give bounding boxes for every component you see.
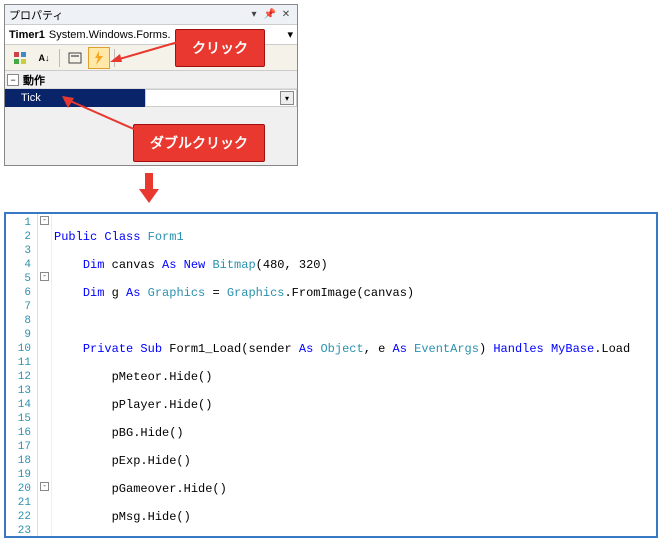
category-row[interactable]: − 動作 xyxy=(5,71,297,89)
code-content[interactable]: Public Class Form1 Dim canvas As New Bit… xyxy=(52,214,656,536)
category-label: 動作 xyxy=(23,72,45,88)
toolbar-separator xyxy=(59,49,60,67)
dropdown-icon[interactable]: ▾ xyxy=(247,8,261,22)
event-row-tick[interactable]: Tick ▾ xyxy=(5,89,297,107)
callout-click: クリック xyxy=(175,29,265,67)
callout-dblclick: ダブルクリック xyxy=(133,124,265,162)
code-editor[interactable]: 1234567891011121314151617181920212223 - … xyxy=(4,212,658,538)
chevron-down-icon[interactable]: ▾ xyxy=(280,91,294,105)
down-arrow-icon xyxy=(139,173,159,203)
event-value[interactable]: ▾ xyxy=(145,89,297,107)
properties-titlebar: プロパティ ▾ 📌 ✕ xyxy=(5,5,297,25)
fold-toggle[interactable]: - xyxy=(40,482,49,491)
events-button[interactable] xyxy=(88,47,110,69)
line-number-gutter: 1234567891011121314151617181920212223 xyxy=(6,214,38,536)
properties-button[interactable] xyxy=(64,47,86,69)
fold-column: - - - xyxy=(38,214,52,536)
alphabetical-button[interactable]: A↓ xyxy=(33,47,55,69)
object-name: Timer1 xyxy=(9,29,45,41)
pin-icon[interactable]: 📌 xyxy=(263,8,277,22)
chevron-down-icon[interactable]: ▾ xyxy=(287,28,293,41)
fold-toggle[interactable]: - xyxy=(40,216,49,225)
collapse-icon[interactable]: − xyxy=(7,74,19,86)
arrow-to-events-button xyxy=(110,40,180,65)
object-type: System.Windows.Forms. xyxy=(49,29,171,41)
close-icon[interactable]: ✕ xyxy=(279,8,293,22)
arrow-to-tick-row xyxy=(60,96,140,132)
fold-toggle[interactable]: - xyxy=(40,272,49,281)
properties-title: プロパティ xyxy=(9,7,245,23)
categorized-button[interactable] xyxy=(9,47,31,69)
